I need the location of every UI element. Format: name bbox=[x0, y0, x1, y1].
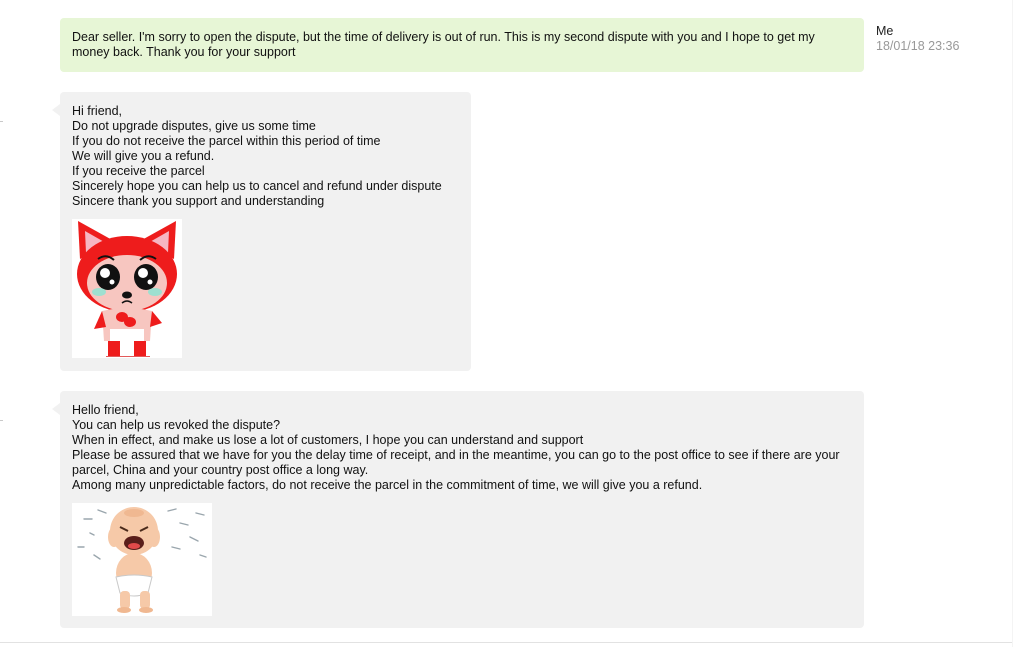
message-line: Do not upgrade disputes, give us some ti… bbox=[72, 119, 316, 133]
message-line: Sincere thank you support and understand… bbox=[72, 194, 325, 208]
chat-transcript: Dear seller. I'm sorry to open the dispu… bbox=[0, 0, 1027, 647]
message-timestamp: 18/01/18 23:36 bbox=[876, 39, 960, 53]
scroll-track[interactable] bbox=[1012, 0, 1013, 647]
message-bubble-seller: Hello friend, You can help us revoked th… bbox=[52, 391, 864, 628]
message-line: Hello friend, bbox=[72, 403, 139, 417]
message-text: Dear seller. I'm sorry to open the dispu… bbox=[72, 30, 815, 59]
seller-avatar-marker bbox=[0, 420, 3, 421]
divider bbox=[0, 642, 1012, 643]
message-meta: Me 18/01/18 23:36 bbox=[876, 24, 959, 54]
message-line: You can help us revoked the dispute? bbox=[72, 418, 281, 432]
message-line: If you do not receive the parcel within … bbox=[72, 134, 381, 148]
message-bubble-mine: Dear seller. I'm sorry to open the dispu… bbox=[60, 18, 864, 72]
message-line: We will give you a refund. bbox=[72, 149, 215, 163]
crying-fox-sticker-icon[interactable] bbox=[72, 219, 182, 358]
message-line: Please be assured that we have for you t… bbox=[72, 448, 840, 477]
message-line: When in effect, and make us lose a lot o… bbox=[72, 433, 584, 447]
message-line: Hi friend, bbox=[72, 104, 123, 118]
message-line: If you receive the parcel bbox=[72, 164, 205, 178]
message-line: Sincerely hope you can help us to cancel… bbox=[72, 179, 442, 193]
sender-name: Me bbox=[876, 24, 894, 38]
seller-avatar-marker bbox=[0, 121, 3, 122]
crying-baby-sticker-icon[interactable] bbox=[72, 503, 212, 616]
message-bubble-seller: Hi friend, Do not upgrade disputes, give… bbox=[52, 92, 471, 371]
message-line: Among many unpredictable factors, do not… bbox=[72, 478, 703, 492]
